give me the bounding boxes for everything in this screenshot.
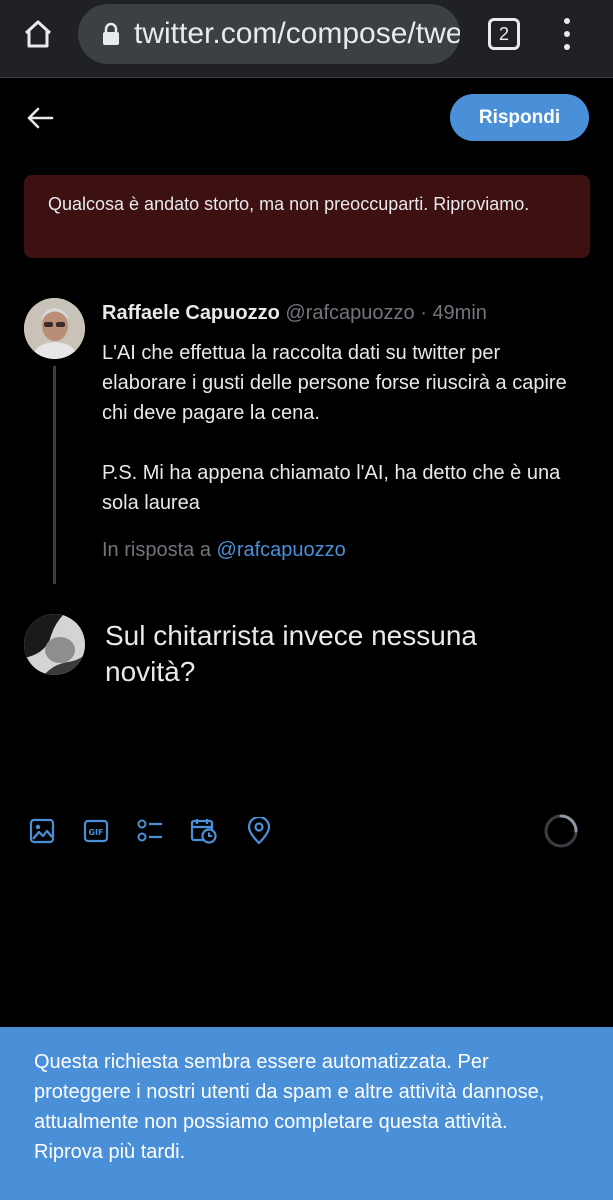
tab-switcher-button[interactable]: 2: [488, 18, 520, 50]
error-banner: Qualcosa è andato storto, ma non preoccu…: [24, 175, 590, 258]
tweet-paragraph: L'AI che effettua la raccolta dati su tw…: [102, 342, 567, 424]
home-icon[interactable]: [18, 14, 58, 54]
automation-notice: Questa richiesta sembra essere automatiz…: [0, 1027, 613, 1200]
lock-icon: [103, 22, 119, 45]
browser-menu-icon[interactable]: [552, 14, 582, 54]
location-icon[interactable]: [244, 816, 274, 846]
thread-line: [53, 366, 56, 584]
meta-separator: ·: [420, 302, 427, 324]
address-bar[interactable]: twitter.com/compose/twe: [78, 4, 460, 64]
reply-to-line: In risposta a @rafcapuozzo: [102, 539, 346, 562]
tweet-header: Raffaele Capuozzo @rafcapuozzo · 49min: [102, 302, 487, 325]
author-handle[interactable]: @rafcapuozzo: [285, 302, 414, 324]
url-text: twitter.com/compose/twe: [134, 17, 460, 50]
compose-textarea[interactable]: Sul chitarrista invece nessuna novità?: [105, 618, 575, 690]
browser-toolbar: twitter.com/compose/twe 2: [0, 0, 613, 78]
user-avatar[interactable]: [24, 614, 85, 675]
poll-icon[interactable]: [135, 816, 165, 846]
schedule-icon[interactable]: [189, 816, 219, 846]
gif-icon[interactable]: GIF: [81, 816, 111, 846]
reply-button[interactable]: Rispondi: [450, 94, 589, 141]
tweet-text: L'AI che effettua la raccolta dati su tw…: [102, 338, 582, 518]
back-arrow-icon[interactable]: [22, 100, 58, 136]
tweet-paragraph: P.S. Mi ha appena chiamato l'AI, ha dett…: [102, 462, 561, 514]
author-name[interactable]: Raffaele Capuozzo: [102, 302, 280, 324]
tweet-time[interactable]: 49min: [432, 302, 486, 324]
image-icon[interactable]: [27, 816, 57, 846]
tab-count: 2: [498, 23, 509, 44]
author-avatar[interactable]: [24, 298, 85, 359]
reply-to-prefix: In risposta a: [102, 539, 211, 561]
reply-to-handle[interactable]: @rafcapuozzo: [217, 539, 346, 561]
svg-text:GIF: GIF: [88, 828, 103, 837]
loading-spinner-icon: [544, 814, 578, 848]
